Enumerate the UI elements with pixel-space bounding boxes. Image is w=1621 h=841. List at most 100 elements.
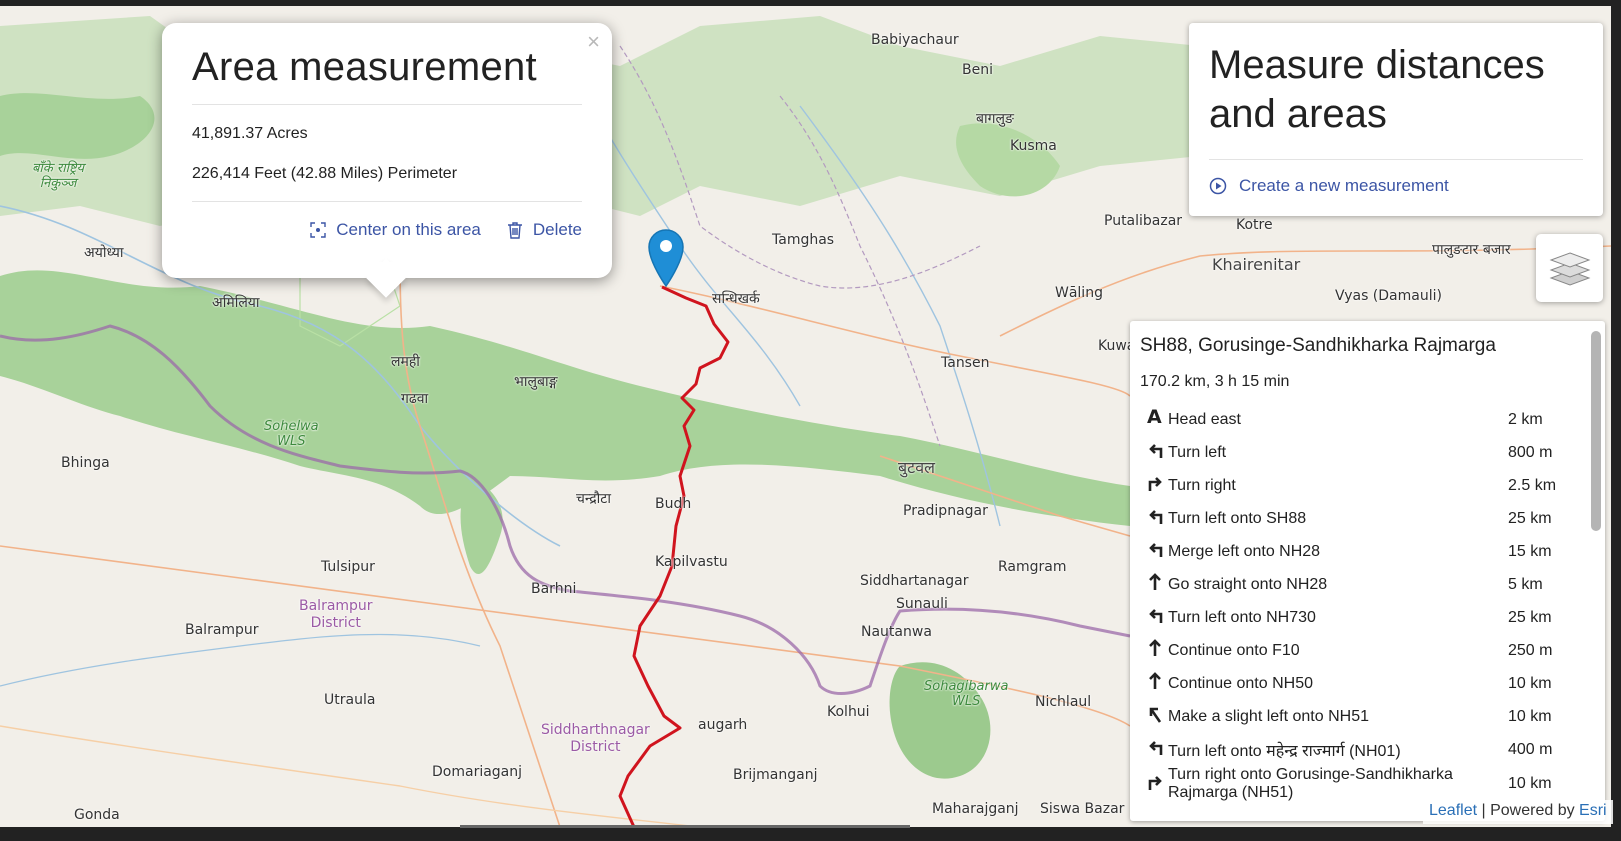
center-on-area-button[interactable]: Center on this area	[310, 220, 481, 240]
layers-icon	[1549, 252, 1590, 286]
turn-left-icon	[1149, 609, 1163, 623]
step-distance: 10 km	[1508, 775, 1552, 792]
place-label: सन्धिखर्क	[712, 291, 760, 307]
step-distance: 2.5 km	[1508, 476, 1557, 494]
place-label: भालुबाङ्ग	[514, 374, 558, 390]
layers-button[interactable]	[1536, 234, 1603, 302]
step-distance: 5 km	[1508, 575, 1543, 593]
straight-icon	[1149, 573, 1161, 590]
slight-left-icon	[1149, 707, 1162, 723]
place-label: Sohelwa WLS	[264, 419, 319, 449]
place-label: Siddharthnagar District	[541, 722, 650, 755]
directions-panel[interactable]: SH88, Gorusinge-Sandhikharka Rajmarga 17…	[1130, 321, 1605, 821]
place-label: Kusma	[1010, 138, 1057, 154]
place-label: Kotre	[1236, 217, 1273, 233]
place-label: बुटवल	[898, 458, 935, 477]
esri-link[interactable]: Esri	[1579, 802, 1607, 819]
attribution-text: | Powered by	[1477, 802, 1580, 819]
area-value: 41,891.37 Acres	[192, 125, 308, 142]
place-label: Kolhui	[827, 704, 870, 720]
place-label: Beni	[962, 62, 993, 78]
turn-left-icon	[1149, 510, 1163, 524]
place-label: बागलुङ	[976, 111, 1014, 127]
step-distance: 250 m	[1508, 641, 1553, 659]
popup-title: Area measurement	[192, 45, 537, 89]
step-distance: 15 km	[1508, 542, 1552, 560]
step-distance: 800 m	[1508, 443, 1553, 461]
place-label: Vyas (Damauli)	[1335, 288, 1442, 304]
place-label: Nautanwa	[861, 624, 932, 640]
direction-step[interactable]: Turn right 2.5 km	[1140, 469, 1588, 502]
step-instruction: Turn left onto NH730	[1168, 608, 1316, 626]
direction-step[interactable]: Continue onto NH50 10 km	[1140, 667, 1588, 700]
route-name: SH88, Gorusinge-Sandhikharka Rajmarga	[1140, 335, 1496, 356]
place-label: Tamghas	[772, 232, 835, 248]
play-circle-icon	[1209, 177, 1227, 195]
straight-icon	[1149, 672, 1161, 689]
area-measurement-popup: × Area measurement 41,891.37 Acres 226,4…	[162, 23, 612, 298]
place-label: Domariaganj	[432, 764, 523, 780]
route-summary: 170.2 km, 3 h 15 min	[1140, 373, 1290, 390]
place-label: अमिलिया	[212, 295, 260, 311]
place-label: Siddhartanagar	[860, 573, 969, 589]
direction-step[interactable]: Continue onto F10 250 m	[1140, 634, 1588, 667]
place-label: Maharajganj	[932, 801, 1019, 817]
direction-step[interactable]: Turn left onto SH88 25 km	[1140, 502, 1588, 535]
turn-left-icon	[1149, 543, 1163, 557]
place-label: Pradipnagar	[903, 503, 988, 519]
place-label: Tulsipur	[321, 559, 375, 575]
direction-step[interactable]: Turn left onto महेन्द्र राज्मार्ग (NH01)…	[1140, 733, 1588, 766]
depart-icon: A	[1147, 406, 1162, 428]
place-label: Tansen	[941, 355, 990, 371]
direction-step[interactable]: A Head east 2 km	[1140, 403, 1588, 436]
map-marker-icon[interactable]	[647, 228, 685, 288]
create-measurement-label: Create a new measurement	[1239, 176, 1449, 195]
place-label: Babiyachaur	[871, 32, 959, 48]
turn-right-icon	[1148, 477, 1162, 491]
direction-step[interactable]: Merge left onto NH28 15 km	[1140, 535, 1588, 568]
trash-icon	[507, 222, 522, 239]
close-icon[interactable]: ×	[587, 29, 600, 55]
place-label: Bhinga	[61, 455, 110, 471]
horizontal-scrollbar[interactable]	[460, 825, 910, 828]
step-distance: 25 km	[1508, 608, 1552, 626]
divider	[192, 104, 582, 105]
place-label: Budh	[655, 496, 692, 512]
place-label: Sohagibarwa WLS	[924, 679, 1009, 709]
place-label: Nichlaul	[1035, 694, 1092, 710]
step-distance: 10 km	[1508, 674, 1552, 692]
step-distance: 400 m	[1508, 740, 1553, 758]
place-label: Khairenitar	[1212, 255, 1301, 274]
place-label: Utraula	[324, 692, 376, 708]
measure-control: Measure distances and areas Create a new…	[1189, 23, 1603, 216]
delete-button[interactable]: Delete	[507, 220, 582, 240]
scrollbar[interactable]	[1591, 331, 1601, 531]
step-instruction: Turn right	[1168, 476, 1236, 494]
create-measurement-link[interactable]: Create a new measurement	[1209, 176, 1583, 196]
step-distance: 2 km	[1508, 410, 1543, 428]
center-icon	[310, 222, 326, 238]
step-instruction: Turn left onto SH88	[1168, 509, 1307, 527]
direction-step[interactable]: Make a slight left onto NH51 10 km	[1140, 700, 1588, 733]
turn-right-icon	[1148, 775, 1162, 790]
place-label: Wāling	[1055, 285, 1103, 301]
turn-left-icon	[1149, 741, 1163, 755]
divider	[192, 201, 582, 202]
step-instruction: Head east	[1168, 410, 1241, 428]
direction-step[interactable]: Go straight onto NH28 5 km	[1140, 568, 1588, 601]
leaflet-link[interactable]: Leaflet	[1429, 802, 1477, 819]
step-instruction: Turn left	[1168, 443, 1227, 461]
svg-text:A: A	[1147, 407, 1162, 427]
direction-step[interactable]: Turn left onto NH730 25 km	[1140, 601, 1588, 634]
place-label: पालुङटार बजार	[1432, 242, 1511, 258]
direction-step[interactable]: Turn left 800 m	[1140, 436, 1588, 469]
step-instruction: Merge left onto NH28	[1168, 542, 1321, 560]
place-label: Sunauli	[896, 596, 948, 612]
measure-title: Measure distances and areas	[1209, 43, 1545, 136]
direction-step[interactable]: Turn right onto Gorusinge-Sandhikharka R…	[1140, 766, 1588, 802]
place-label: Barhni	[531, 581, 577, 597]
step-distance: 10 km	[1508, 707, 1552, 725]
map-attribution: Leaflet | Powered by Esri	[1423, 800, 1613, 824]
straight-icon	[1149, 639, 1161, 656]
place-label: Balrampur District	[299, 598, 373, 631]
